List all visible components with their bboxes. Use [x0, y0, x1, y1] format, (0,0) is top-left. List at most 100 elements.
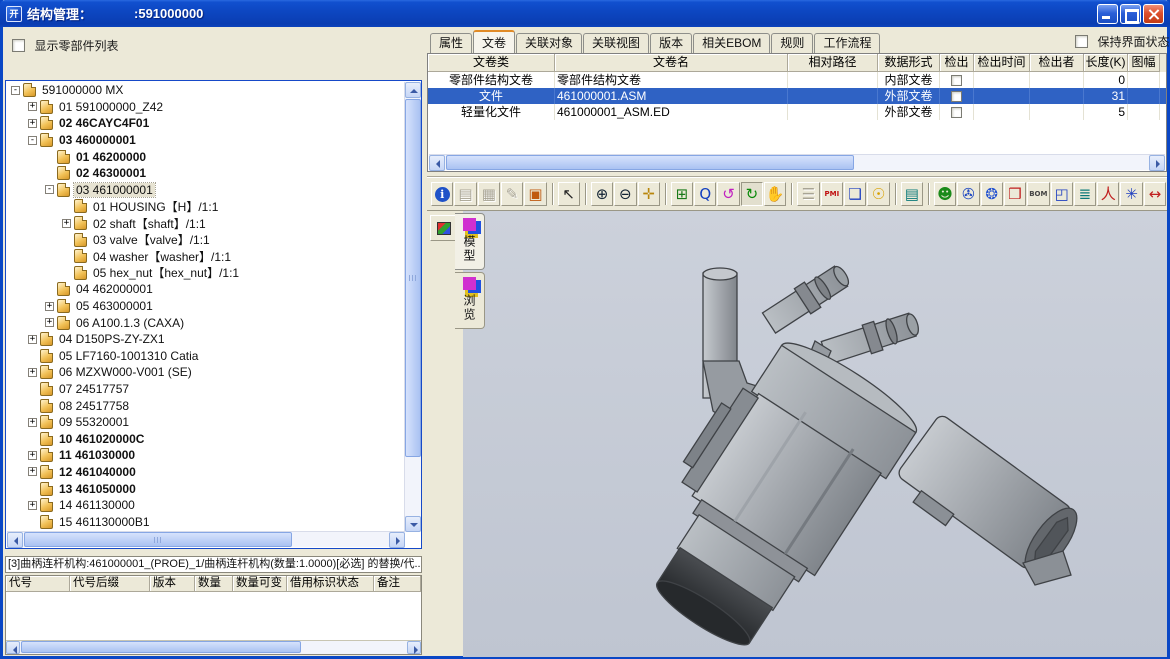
tab[interactable]: 相关EBOM	[693, 33, 770, 53]
expand-toggle-icon[interactable]: +	[28, 418, 37, 427]
expand-toggle-icon[interactable]: +	[62, 219, 71, 228]
tree-item-label[interactable]: 02 46CAYC4F01	[57, 116, 151, 130]
document-hscroll-thumb[interactable]	[446, 155, 854, 170]
tree-item-label[interactable]: 11 461030000	[57, 448, 137, 462]
document-hscrollbar[interactable]	[429, 154, 1165, 170]
tree-item-label[interactable]: 13 461050000	[57, 482, 138, 496]
scroll-left-icon[interactable]	[429, 155, 445, 171]
assembly-book-button[interactable]: ❒	[1004, 182, 1026, 206]
zoom-in-button[interactable]: ⊕	[591, 182, 613, 206]
column-header[interactable]: 图幅	[1128, 54, 1160, 72]
checked-out-checkbox[interactable]	[951, 107, 962, 118]
tree-item-label[interactable]: 10 461020000C	[57, 432, 146, 446]
show-parts-checkbox[interactable]	[12, 39, 25, 52]
tree-item-label[interactable]: 15 461130000B1	[57, 515, 152, 529]
notes-button[interactable]: ▤	[901, 182, 923, 206]
checked-out-checkbox[interactable]	[951, 75, 962, 86]
expand-toggle-icon[interactable]: +	[45, 302, 54, 311]
info-button[interactable]: i	[431, 182, 453, 206]
expand-toggle-icon[interactable]: +	[28, 467, 37, 476]
cad-model-3d[interactable]	[463, 211, 1167, 657]
close-button[interactable]	[1143, 4, 1164, 24]
scroll-right-icon[interactable]	[1149, 155, 1165, 171]
expand-toggle-icon[interactable]: -	[45, 185, 54, 194]
preview-window-button[interactable]: ◰	[1051, 182, 1073, 206]
zoom-dynamic-button[interactable]: Q	[694, 182, 716, 206]
scroll-right-icon[interactable]	[407, 641, 421, 654]
substitute-hscrollbar[interactable]	[6, 640, 421, 654]
column-header[interactable]: 文卷类	[428, 54, 555, 72]
tab[interactable]: 文卷	[473, 30, 515, 53]
tree-vscroll-thumb[interactable]	[405, 99, 421, 457]
column-header[interactable]: 数据形式	[878, 54, 940, 72]
table-row[interactable]: 轻量化文件461000001_ASM.ED外部文卷5	[428, 104, 1166, 120]
tree-item-label[interactable]: 05 hex_nut【hex_nut】/1:1	[91, 264, 241, 281]
tab[interactable]: 版本	[650, 33, 692, 53]
tree-item-label[interactable]: 03 461000001	[74, 183, 155, 197]
tree-item-label[interactable]: 05 LF7160-1001310 Catia	[57, 349, 200, 363]
tree-item-label[interactable]: 06 A100.1.3 (CAXA)	[74, 316, 186, 330]
tree-vertical-scrollbar[interactable]	[404, 82, 421, 532]
column-header[interactable]: 数量可变	[233, 576, 287, 592]
column-header[interactable]: 检出	[940, 54, 974, 72]
tree-item-label[interactable]: 06 MZXW000-V001 (SE)	[57, 365, 194, 379]
column-header[interactable]: 数量	[195, 576, 233, 592]
tree-item-label[interactable]: 08 24517758	[57, 399, 131, 413]
zoom-out-button[interactable]: ⊖	[614, 182, 636, 206]
scroll-up-icon[interactable]	[405, 82, 421, 98]
column-header[interactable]: 版本	[150, 576, 195, 592]
table-row[interactable]: 文件461000001.ASM外部文卷31	[428, 88, 1166, 104]
tree-item-label[interactable]: 02 shaft【shaft】/1:1	[91, 215, 208, 232]
column-header[interactable]: 备注	[374, 576, 421, 592]
structure-tree-button[interactable]: ≣	[1074, 182, 1096, 206]
column-header[interactable]: 长度(K)	[1084, 54, 1128, 72]
expand-toggle-icon[interactable]: +	[45, 318, 54, 327]
zoom-window-button[interactable]: ⊞	[671, 182, 693, 206]
tab[interactable]: 属性	[430, 33, 472, 53]
expand-all-button[interactable]: ✳	[1120, 182, 1142, 206]
tree-item-label[interactable]: 02 46300001	[74, 166, 148, 180]
viewer-tab-browse[interactable]: 浏览	[455, 272, 485, 329]
scroll-left-icon[interactable]	[6, 641, 20, 654]
tree-item-label[interactable]: 01 46200000	[74, 150, 148, 164]
viewport-3d[interactable]	[463, 211, 1167, 657]
rotate-button[interactable]: ↻	[741, 182, 763, 206]
tree-item-label[interactable]: 03 valve【valve】/1:1	[91, 231, 212, 248]
pan-arrows-button[interactable]: ✛	[638, 182, 660, 206]
scroll-right-icon[interactable]	[389, 532, 405, 548]
measure-button[interactable]: ↔	[1144, 182, 1166, 206]
checked-out-checkbox[interactable]	[951, 91, 962, 102]
maximize-button[interactable]	[1120, 4, 1141, 24]
tree-item-label[interactable]: 01 HOUSING【H】/1:1	[91, 198, 220, 215]
pan-hand-button[interactable]: ✋	[764, 182, 786, 206]
tree-item-label[interactable]: 01 591000000_Z42	[57, 100, 165, 114]
viewer-tab-model[interactable]: 模型	[455, 213, 485, 270]
tree-item-label[interactable]: 591000000 MX	[40, 83, 125, 97]
skeleton-button[interactable]: 人	[1097, 182, 1119, 206]
expand-toggle-icon[interactable]: +	[28, 451, 37, 460]
tab[interactable]: 关联对象	[516, 33, 582, 53]
column-header[interactable]: 检出时间	[974, 54, 1030, 72]
tree-item-label[interactable]: 14 461130000	[57, 498, 137, 512]
column-header[interactable]: 代号	[6, 576, 70, 592]
substitute-hscroll-thumb[interactable]	[21, 641, 301, 653]
column-header[interactable]: 检出者	[1030, 54, 1084, 72]
tree-item-label[interactable]: 04 462000001	[74, 282, 155, 296]
tree-item-label[interactable]: 09 55320001	[57, 415, 131, 429]
expand-toggle-icon[interactable]: -	[11, 86, 20, 95]
export-doc-button[interactable]: ▣	[524, 182, 546, 206]
tree-horizontal-scrollbar[interactable]	[7, 531, 405, 547]
tree-item-label[interactable]: 04 D150PS-ZY-ZX1	[57, 332, 167, 346]
tab[interactable]: 关联视图	[583, 33, 649, 53]
pmi-button[interactable]: PMI	[821, 182, 843, 206]
expand-toggle-icon[interactable]: +	[28, 119, 37, 128]
iso-view-button[interactable]: ❑	[844, 182, 866, 206]
expand-toggle-icon[interactable]: +	[28, 335, 37, 344]
explode-button[interactable]: ❂	[981, 182, 1003, 206]
expand-toggle-icon[interactable]: +	[28, 102, 37, 111]
expand-toggle-icon[interactable]: -	[28, 136, 37, 145]
tree-item-label[interactable]: 12 461040000	[57, 465, 138, 479]
column-header[interactable]: 借用标识状态	[287, 576, 374, 592]
save-view-button[interactable]: ✇	[957, 182, 979, 206]
tree-item-label[interactable]: 03 460000001	[57, 133, 138, 147]
